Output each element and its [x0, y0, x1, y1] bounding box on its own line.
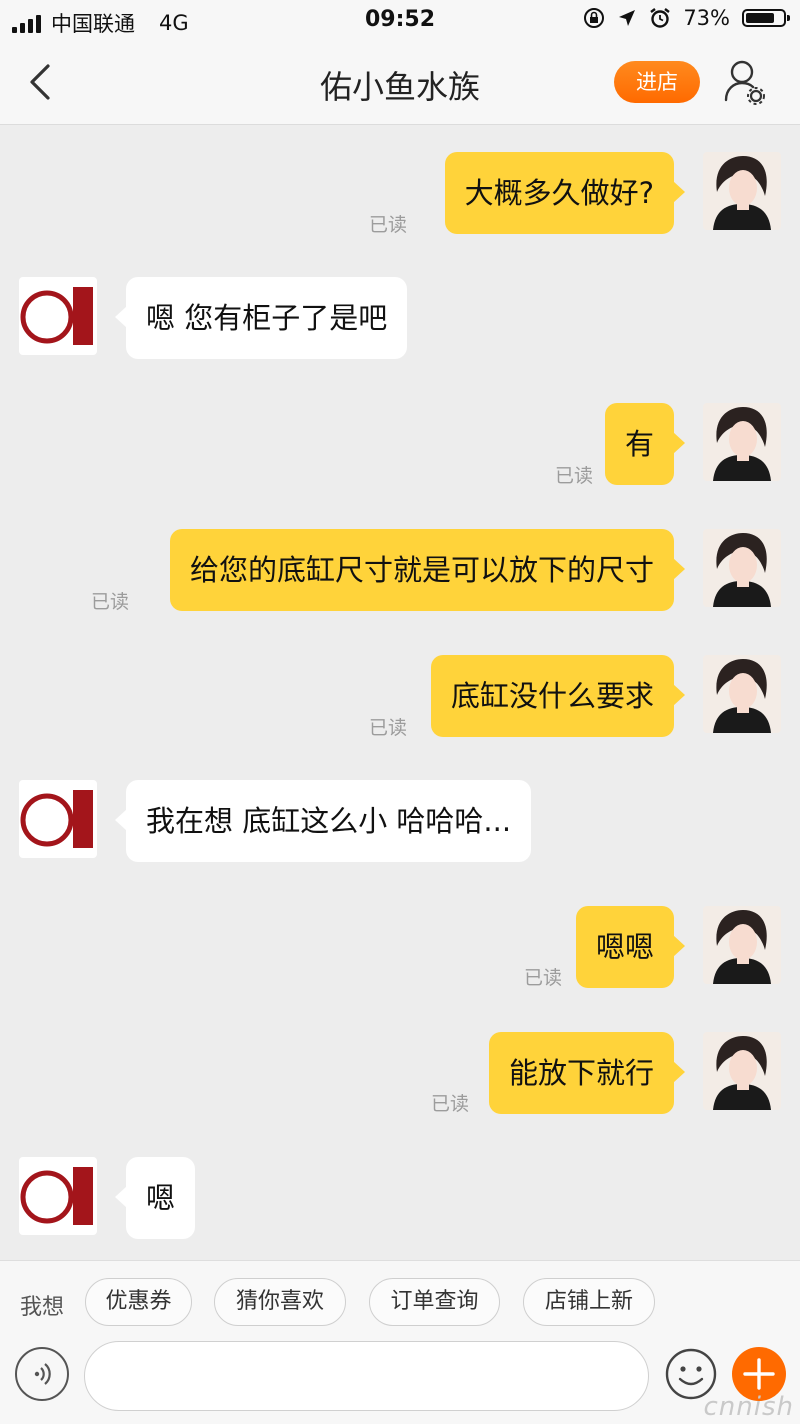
orientation-lock-icon — [584, 8, 605, 28]
message-bubble-out[interactable]: 能放下就行 — [488, 1032, 686, 1114]
user-gear-icon — [724, 60, 765, 105]
battery-icon — [742, 9, 790, 27]
shop-logo-icon — [19, 780, 97, 858]
voice-button[interactable] — [15, 1347, 69, 1401]
shop-logo-icon — [19, 277, 97, 355]
shop-avatar[interactable] — [19, 277, 97, 355]
bottom-toolbar: 我想 优惠券 猜你喜欢 订单查询 店铺上新 cnnish — [0, 1260, 800, 1424]
chevron-left-icon — [30, 64, 50, 100]
enter-shop-button[interactable]: 进店 — [614, 61, 700, 103]
quick-reply-label: 我想 — [20, 1295, 65, 1320]
read-status: 已读 — [369, 214, 408, 236]
battery-percent: 73% — [683, 6, 730, 30]
message-bubble-out[interactable]: 嗯嗯 — [575, 906, 686, 988]
message-bubble-out[interactable]: 有 — [604, 403, 686, 485]
location-icon — [619, 10, 636, 26]
user-avatar[interactable] — [703, 655, 781, 733]
watermark: cnnish — [703, 1392, 794, 1422]
voice-icon — [34, 1363, 51, 1385]
read-status: 已读 — [91, 591, 130, 613]
user-avatar[interactable] — [703, 529, 781, 607]
read-status: 已读 — [369, 717, 408, 739]
user-avatar-image — [703, 906, 781, 984]
message-bubble-in[interactable]: 嗯 您有柜子了是吧 — [114, 277, 408, 359]
shop-avatar[interactable] — [19, 780, 97, 858]
user-avatar-image — [703, 529, 781, 607]
shop-avatar[interactable] — [19, 1157, 97, 1235]
message-bubble-out[interactable]: 给您的底缸尺寸就是可以放下的尺寸 — [169, 529, 686, 611]
shop-logo-icon — [19, 1157, 97, 1235]
user-avatar-image — [703, 152, 781, 230]
user-avatar[interactable] — [703, 1032, 781, 1110]
status-bar: 中国联通 4G 09:52 73% — [0, 0, 800, 42]
user-settings-button[interactable] — [720, 56, 772, 108]
user-avatar-image — [703, 1032, 781, 1110]
user-avatar-image — [703, 655, 781, 733]
quick-reply-coupon[interactable]: 优惠券 — [85, 1278, 192, 1326]
status-right: 73% — [583, 6, 790, 30]
read-status: 已读 — [555, 465, 594, 487]
read-status: 已读 — [524, 967, 563, 989]
read-status: 已读 — [431, 1093, 470, 1115]
message-bubble-out[interactable]: 大概多久做好? — [444, 152, 686, 234]
quick-reply-recommend[interactable]: 猜你喜欢 — [214, 1278, 346, 1326]
alarm-icon — [650, 8, 671, 28]
quick-reply-order-query[interactable]: 订单查询 — [369, 1278, 500, 1326]
message-bubble-in[interactable]: 我在想 底缸这么小 哈哈哈... — [114, 780, 532, 862]
user-avatar[interactable] — [703, 403, 781, 481]
user-avatar-image — [703, 403, 781, 481]
chat-area[interactable]: 已读 大概多久做好? 嗯 您有柜子了是吧 已读 有 已读 给您的底缸尺寸就是可以… — [0, 125, 800, 1260]
message-input[interactable] — [84, 1341, 649, 1411]
message-bubble-out[interactable]: 底缸没什么要求 — [430, 655, 686, 737]
back-button[interactable] — [18, 58, 68, 108]
user-avatar[interactable] — [703, 906, 781, 984]
message-bubble-in[interactable]: 嗯 — [114, 1157, 196, 1239]
nav-bar: 佑小鱼水族 进店 — [0, 42, 800, 125]
user-avatar[interactable] — [703, 152, 781, 230]
quick-reply-new-arrivals[interactable]: 店铺上新 — [523, 1278, 655, 1326]
